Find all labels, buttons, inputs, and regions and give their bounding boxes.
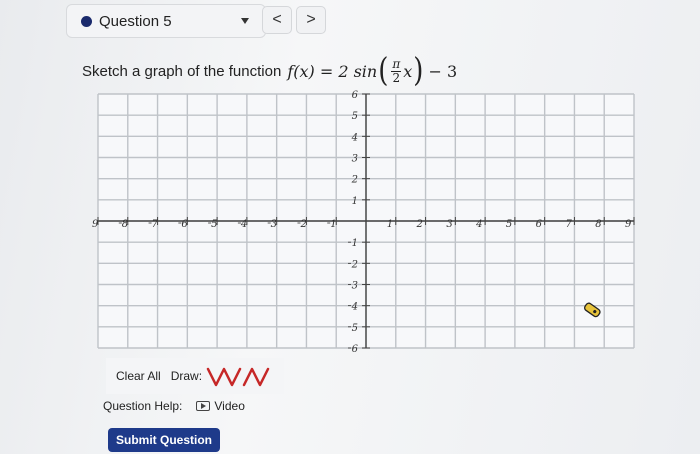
x-tick-label: 2 (299, 219, 306, 230)
y-tick-label: 6 (352, 90, 359, 101)
draw-label: Draw: (170, 369, 203, 383)
formula-fraction: π 2 (391, 57, 402, 85)
function-formula: f(x) = 2 sin ( π 2 x ) − 3 (287, 55, 458, 88)
x-tick-label: 2 (416, 219, 423, 230)
x-tick-label: 5 (211, 219, 217, 230)
x-tick-label: 1 (330, 219, 336, 230)
page: Question 5 < > Sketch a graph of the fun… (0, 0, 700, 454)
sine-wave-icon[interactable] (206, 363, 270, 389)
x-tick-label: 9 (92, 219, 99, 230)
status-dot-icon (81, 15, 92, 27)
y-tick-label: 5 (352, 323, 358, 334)
question-help: Question Help: Video (103, 399, 245, 413)
x-tick-label: 8 (122, 219, 128, 230)
x-tick-label: 7 (152, 219, 159, 230)
prompt-text: Sketch a graph of the function (82, 62, 282, 80)
x-tick-label: 6 (181, 219, 188, 230)
y-tick-label: 3 (352, 281, 358, 292)
x-tick-label: 8 (595, 219, 601, 230)
y-tick-label: 6 (352, 344, 359, 352)
x-tick-label: 3 (446, 219, 452, 230)
x-tick-label: 7 (565, 219, 572, 230)
x-tick-label: 3 (271, 219, 277, 230)
previous-question-button[interactable]: < (262, 6, 292, 34)
formula-numerator: π (391, 57, 402, 72)
y-tick-label: 3 (352, 154, 358, 165)
y-tick-label: 4 (351, 132, 358, 143)
y-tick-label: 2 (351, 175, 358, 186)
formula-lhs: f(x) = 2 sin (287, 61, 378, 81)
x-tick-label: 1 (387, 219, 393, 230)
x-tick-label: 4 (475, 219, 482, 230)
formula-tail: − 3 (428, 61, 458, 81)
y-tick-label: 4 (351, 302, 358, 313)
question-label: Question 5 (99, 12, 172, 30)
submit-question-button[interactable]: Submit Question (108, 428, 220, 452)
question-prompt: Sketch a graph of the function f(x) = 2 … (82, 55, 458, 88)
y-tick-label: 1 (352, 196, 358, 207)
formula-close-paren: ) (413, 52, 424, 90)
formula-denominator: 2 (392, 70, 401, 85)
question-help-label: Question Help: (103, 399, 183, 413)
y-tick-label: 1 (352, 238, 358, 249)
x-tick-label: 4 (240, 219, 247, 230)
next-question-button[interactable]: > (296, 6, 326, 34)
graph-canvas[interactable]: 9 8 7 6 5 4 3 2 1 1 2 3 4 5 6 7 8 9 6 5 4 3 2 1 1 2 3 4 5 6 (92, 90, 642, 352)
y-tick-label: 5 (352, 111, 358, 122)
x-tick-label: 9 (625, 219, 632, 230)
drawing-toolbar: Clear All Draw: (106, 358, 284, 394)
x-tick-label: 5 (506, 219, 512, 230)
formula-open-paren: ( (378, 52, 389, 90)
y-tick-label: 2 (351, 259, 358, 270)
clear-all-button[interactable]: Clear All (116, 369, 161, 383)
formula-variable: x (403, 61, 413, 81)
video-link[interactable]: Video (196, 399, 245, 413)
question-selector[interactable]: Question 5 (66, 4, 266, 38)
play-icon (196, 401, 211, 411)
video-link-label: Video (214, 399, 245, 413)
x-tick-label: 6 (536, 219, 543, 230)
caret-down-icon (241, 18, 249, 24)
